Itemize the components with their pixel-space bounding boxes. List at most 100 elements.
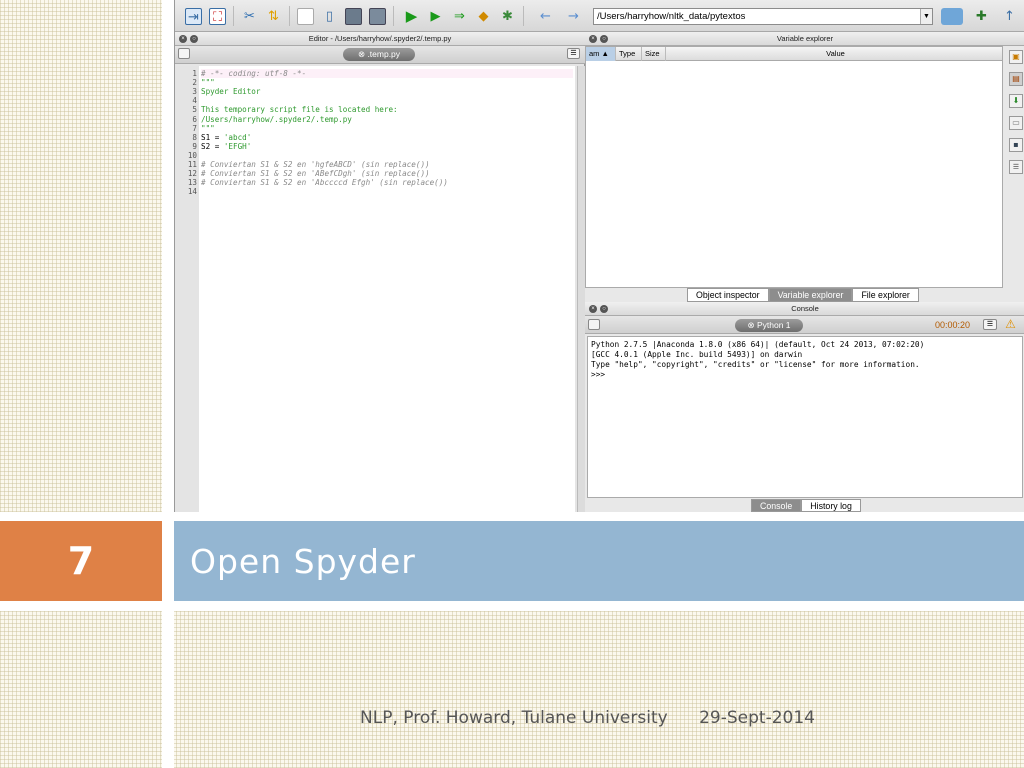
debug-icon[interactable]: ◆ <box>475 8 492 25</box>
close-icon[interactable]: × <box>589 35 597 43</box>
undock-icon[interactable]: ○ <box>190 35 198 43</box>
undock-icon[interactable]: ○ <box>600 305 608 313</box>
line-number: 9 <box>192 141 197 151</box>
toolbar-separator <box>289 6 290 26</box>
line-number: 1 <box>192 69 197 78</box>
console-tabbar: ⊗ Python 1 00:00:20 ☰ ⚠ <box>585 316 1024 334</box>
editor-pane: × ○ Editor - /Users/harryhow/.spyder2/.t… <box>175 32 585 512</box>
import-data-icon[interactable]: ▣ <box>1009 50 1023 64</box>
browse-tabs-icon[interactable] <box>178 48 190 59</box>
console-pane: × ○ Console ⊗ Python 1 00:00:20 ☰ ⚠ Pyth… <box>585 302 1024 512</box>
download-icon[interactable]: ⬇ <box>1009 94 1023 108</box>
column-value[interactable]: Value <box>666 47 1002 61</box>
close-icon[interactable]: × <box>589 305 597 313</box>
warning-icon[interactable]: ⚠ <box>1003 318 1018 331</box>
code-line: """ <box>201 123 215 133</box>
console-titlebar: × ○ Console <box>585 302 1024 316</box>
code-line: """ <box>201 78 215 88</box>
code-editor[interactable]: # -*- coding: utf-8 -*- """ Spyder Editor T… <box>199 66 575 512</box>
line-number-gutter: 1 2 3 4 5 6 7 8 9 10 11 12 13 14 <box>175 66 199 512</box>
working-directory-combo[interactable]: /Users/harryhow/nltk_data/pytextos ▼ <box>593 8 933 25</box>
code-line: # Conviertan S1 & S2 en 'ABefCDgh' (sin … <box>201 169 430 179</box>
column-name[interactable]: am ▲ <box>586 47 616 61</box>
tab-console[interactable]: Console <box>751 499 802 512</box>
slide-number-box: 7 <box>0 521 162 601</box>
line-number: 13 <box>187 178 197 188</box>
toolbar-separator <box>393 6 394 26</box>
code-line: S2 = 'EFGH' <box>201 141 252 151</box>
string-literal: 'EFGH' <box>223 141 252 151</box>
tab-variable-explorer[interactable]: Variable explorer <box>768 288 853 302</box>
string-literal: 'abcd' <box>223 132 252 142</box>
open-file-icon[interactable]: ▯ <box>321 8 338 25</box>
chevron-down-icon[interactable]: ▼ <box>920 9 932 24</box>
tab-file-explorer[interactable]: File explorer <box>852 288 919 302</box>
close-icon[interactable]: ⊗ <box>358 49 367 59</box>
console-line: Python 2.7.5 |Anaconda 1.8.0 (x86 64)| (… <box>591 340 925 349</box>
editor-tabbar: ⊗ .temp.py ☰ <box>175 46 585 64</box>
close-icon[interactable]: × <box>179 35 187 43</box>
code-line: /Users/harryhow/.spyder2/.temp.py <box>201 114 352 124</box>
maximize-icon[interactable]: ⛶ <box>209 8 226 25</box>
spyder-window: ⇥ ⛶ ✂ ⇅ ▯ ▶ ▶ ⇒ ◆ ✱ ← → /Users/harryhow/… <box>174 0 1024 512</box>
console-line: [GCC 4.0.1 (Apple Inc. build 5493)] on d… <box>591 350 803 359</box>
tab-object-inspector[interactable]: Object inspector <box>687 288 769 302</box>
re-run-icon[interactable]: ⇒ <box>451 8 468 25</box>
browse-tabs-icon[interactable] <box>588 319 600 330</box>
slide-number: 7 <box>67 539 95 583</box>
line-number: 4 <box>192 96 197 106</box>
code-line: S1 = 'abcd' <box>201 132 252 142</box>
line-number: 10 <box>187 150 197 160</box>
editor-scrollbar[interactable] <box>577 66 585 512</box>
new-file-icon[interactable] <box>297 8 314 25</box>
code-line: Spyder Editor <box>201 87 261 97</box>
console-timer: 00:00:20 <box>935 320 971 330</box>
console-output[interactable]: Python 2.7.5 |Anaconda 1.8.0 (x86 64)| (… <box>587 336 1023 498</box>
folder-icon[interactable] <box>941 8 963 25</box>
upload-icon[interactable]: ⇅ <box>265 8 282 25</box>
line-number: 2 <box>192 78 197 88</box>
disk-icon[interactable]: ▪ <box>1009 138 1023 152</box>
options-icon[interactable]: ☰ <box>567 48 580 59</box>
tab-history-log[interactable]: History log <box>801 499 861 512</box>
python-path-icon[interactable]: ✚ <box>973 8 990 25</box>
variable-table-header: am ▲ Type Size Value <box>586 47 1002 61</box>
run-icon[interactable]: ▶ <box>403 8 420 25</box>
slide-divider-top <box>0 512 1024 521</box>
line-number: 7 <box>192 123 197 133</box>
toolbar-separator <box>523 6 524 26</box>
options-icon[interactable]: ☰ <box>983 319 997 330</box>
tab-temp-py[interactable]: ⊗ .temp.py <box>343 48 415 61</box>
slide-divider-vertical <box>162 0 174 768</box>
close-icon[interactable]: ⊗ <box>747 320 756 330</box>
tab-python-1[interactable]: ⊗ Python 1 <box>735 319 803 332</box>
tab-label: .temp.py <box>367 49 401 59</box>
line-number: 5 <box>192 105 197 115</box>
slide-title: Open Spyder <box>190 541 416 581</box>
save-icon[interactable] <box>345 8 362 25</box>
variable-table[interactable]: am ▲ Type Size Value <box>585 46 1003 288</box>
variable-explorer-tabs: Object inspector Variable explorer File … <box>687 288 919 302</box>
save-all-icon[interactable] <box>369 8 386 25</box>
forward-arrow-icon[interactable]: → <box>565 8 582 25</box>
options-icon[interactable]: ☰ <box>1009 160 1023 174</box>
run-config-icon[interactable]: ▶ <box>427 8 444 25</box>
slide-divider-bottom <box>0 601 1024 611</box>
save-data-icon[interactable]: ▤ <box>1009 72 1023 86</box>
back-arrow-icon[interactable]: ← <box>537 8 554 25</box>
save-as-icon[interactable]: ▭ <box>1009 116 1023 130</box>
column-size[interactable]: Size <box>642 47 666 61</box>
footer-course: NLP, Prof. Howard, Tulane University <box>360 708 668 728</box>
up-arrow-icon[interactable]: ↑ <box>1001 8 1018 25</box>
main-toolbar: ⇥ ⛶ ✂ ⇅ ▯ ▶ ▶ ⇒ ◆ ✱ ← → /Users/harryhow/… <box>175 0 1024 32</box>
tools-icon[interactable]: ✂ <box>241 8 258 25</box>
column-type[interactable]: Type <box>616 47 642 61</box>
variable-explorer-pane: × ○ Variable explorer am ▲ Type Size Val… <box>585 32 1024 302</box>
undock-icon[interactable]: ○ <box>600 35 608 43</box>
slide-footer: NLP, Prof. Howard, Tulane University 29-… <box>360 708 841 728</box>
console-line: Type "help", "copyright", "credits" or "… <box>591 360 920 369</box>
step-icon[interactable]: ✱ <box>499 8 516 25</box>
new-window-icon[interactable]: ⇥ <box>185 8 202 25</box>
line-number: 12 <box>187 169 197 179</box>
python-tab-label: Python 1 <box>756 320 791 330</box>
